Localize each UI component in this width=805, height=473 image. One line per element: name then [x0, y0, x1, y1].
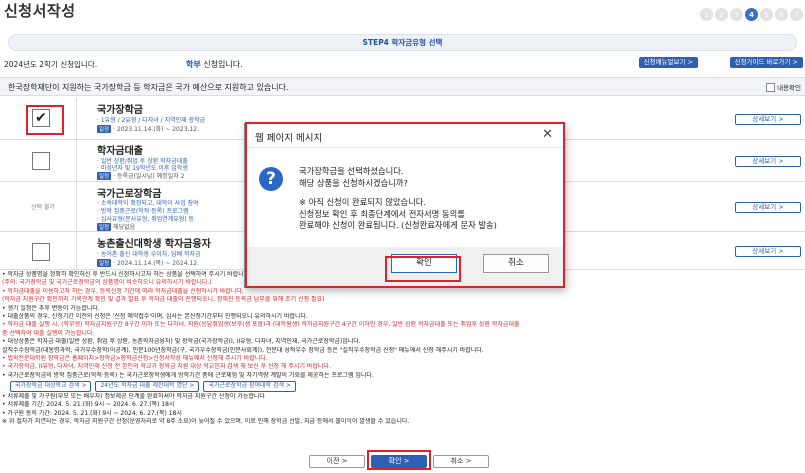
notice-item: 중 선택하여 대출 실행이 가능합니다.: [2, 329, 95, 337]
notice-item: • 대상상품은 학자금 대출(일반 상환, 취업 후 상환, 농촌학자금융자) …: [2, 338, 361, 346]
degree-type: 학부 신청입니다.: [186, 59, 243, 70]
dialog-line: 국가장학금을 선택하셨습니다.: [299, 166, 404, 176]
step-1: 1: [700, 8, 713, 21]
row-divider: [76, 182, 77, 231]
kosaf-notice-text: 한국장학재단이 지원하는 국가장학금 등 학자금은 국가 예산으로 지원하고 있…: [8, 83, 289, 92]
schedule-tag: 일정: [97, 125, 112, 133]
loan-restricted-list-button[interactable]: 24년도 학자금 대출 제한대학 명단 >: [95, 381, 200, 392]
schedule-text: 해당없음: [113, 224, 136, 231]
product-name: 농촌출신대학생 학자금융자: [97, 239, 211, 250]
bottom-buttons: 이전 > 확인 > 취소 >: [0, 453, 805, 469]
select-checkbox-national-scholarship[interactable]: ✔: [32, 109, 50, 127]
dialog-header: 웹 페이지 메시지 ✕: [245, 124, 563, 148]
kosaf-notice: 한국장학재단이 지원하는 국가장학금 등 학자금은 국가 예산으로 지원하고 있…: [0, 77, 805, 96]
notice-item: • 대출상품의 경우, 신청기간 이전의 신청은 '신청 예약접수'이며, 심사…: [2, 313, 308, 321]
work-study-school-search-button[interactable]: 국가근로장학금 참여대학 검색 >: [203, 381, 296, 392]
notice-item: • 국가근로장학금의 방학 집중근로(학적·등록) 는 국가근로장학생에게 방학…: [2, 371, 374, 379]
semester-info: 2024년도 2학기 신청입니다.: [4, 60, 98, 69]
detail-button[interactable]: 상세보기 >: [735, 246, 801, 257]
detail-button[interactable]: 상세보기 >: [735, 156, 801, 167]
page-title: 신청서작성: [4, 2, 76, 20]
product-schedule: 일정 · 등록금(일시납) 예정일자 2: [97, 171, 184, 180]
notice-item: ※ 위 절차가 지연되는 경우, 학자금 지원구간 산정(운영처리로 약 8주 …: [2, 417, 410, 425]
detail-button[interactable]: 상세보기 >: [735, 202, 801, 213]
question-icon: ?: [259, 167, 283, 191]
notice-item: • 서류제출 및 가구원(부모 또는 배우자) 정보제공 단계를 완료하셔야 학…: [2, 392, 265, 400]
confirm-checkbox-label: 내용확인: [777, 84, 801, 92]
schedule-tag: 일정: [97, 172, 112, 180]
notice-item: • 생기 일정은 추후 변동이 가능합니다.: [2, 304, 100, 312]
confirm-checkbox[interactable]: 내용확인: [766, 82, 801, 92]
cancel-button[interactable]: 취소 >: [433, 455, 489, 468]
dialog-cancel-button[interactable]: 취소: [483, 254, 549, 273]
notice-item: • 법학전문대학원 장학금은 홈페이지>장학금>장학금신청>신청서작성 메뉴에서…: [2, 355, 268, 363]
checkbox-icon[interactable]: [766, 82, 776, 92]
prev-button[interactable]: 이전 >: [309, 455, 365, 468]
confirm-dialog: 웹 페이지 메시지 ✕ ? 국가장학금을 선택하셨습니다. 해당 상품을 신청하…: [244, 123, 564, 288]
schedule-tag: 일정: [97, 223, 112, 231]
dialog-message: 국가장학금을 선택하셨습니다. 해당 상품을 신청하시겠습니까? ※ 아직 신청…: [299, 166, 497, 232]
schedule-text: · 2024.11.14.(목) ~ 2024.12.: [113, 260, 199, 267]
step-7: 7: [790, 8, 803, 21]
school-search-button[interactable]: 국가장학금 대상학교 검색 >: [10, 381, 92, 392]
confirm-button[interactable]: 확인 >: [371, 455, 427, 468]
step-6: 6: [775, 8, 788, 21]
select-checkbox-student-loan[interactable]: [32, 152, 50, 170]
dialog-footer: 확인 취소: [245, 247, 563, 287]
row-divider: [76, 140, 77, 181]
notice-item: • 국가장학금, II유형, 다자녀, 지역인재 신청 전 본인의 학교가 장학…: [2, 363, 331, 371]
product-desc: · 1유형 / 2유형 / 다자녀 / 지역인재 장학금: [97, 117, 206, 124]
select-checkbox-rural-loan[interactable]: [32, 243, 50, 261]
schedule-text: · 등록금(일시납) 예정일자 2: [113, 173, 185, 180]
row-divider: [76, 98, 77, 139]
unavailable-label: 선택 불가: [31, 204, 55, 211]
step-indicator: 1 2 3 4 5 6 7: [700, 8, 803, 21]
step-5: 5: [760, 8, 773, 21]
schedule-text: · 2023.11.14.(화) ~ 2023.12.: [113, 126, 199, 133]
manual-button[interactable]: 신청매뉴얼보기 >: [638, 57, 698, 68]
dialog-line: 완료해야 신청이 완료됩니다. (신청완료자에게 문자 발송): [299, 220, 497, 230]
notice-item: (학자금 지원구간 확인까지 기록관계 확인 및 결과 발표 후 학자금 대출이…: [2, 296, 325, 304]
guide-button[interactable]: 신청가이드 바로가기 >: [729, 57, 803, 68]
product-schedule: 일정 · 2023.11.14.(화) ~ 2023.12.: [97, 124, 199, 133]
product-schedule: 일정 해당없음: [97, 222, 135, 231]
row-divider: [76, 232, 77, 269]
step-3: 3: [730, 8, 743, 21]
step-2: 2: [715, 8, 728, 21]
dialog-title: 웹 페이지 메시지: [255, 133, 323, 144]
step-title-bar: STEP4 학자금유형 선택: [8, 34, 797, 51]
notice-item: • 학자금 대출 실행 시, (학부생) 학자금지원구간 8구간 이하 또는 다…: [2, 321, 520, 329]
notice-item: 설직수수장학금(대통령과학, 국가우수장학(이공계), 인문100년장학금(구,…: [2, 346, 484, 354]
degree-type-value: 학부: [186, 60, 201, 69]
dialog-line: ※ 아직 신청이 완료되지 않았습니다.: [299, 197, 427, 207]
dialog-line: 해당 상품을 신청하시겠습니까?: [299, 177, 408, 188]
step-4: 4: [745, 8, 758, 21]
dialog-line: 신청정보 확인 후 최종단계에서 전자서명 동의를: [299, 208, 465, 219]
product-name: 학자금대출: [97, 146, 143, 157]
product-desc: · 농어촌 출신 대학생 우이자, 담배 학자금: [97, 251, 201, 258]
close-icon[interactable]: ✕: [542, 127, 553, 142]
notice-item: • 학자금대출을 이용하고자 하는 경우, 등록신청 기간에 따라 학자금대출을…: [2, 287, 244, 295]
schedule-tag: 일정: [97, 259, 112, 267]
dialog-spacer: [299, 189, 497, 197]
info-line: 2024년도 2학기 신청입니다. 학부 신청입니다. 신청매뉴얼보기 > 신청…: [0, 57, 805, 71]
notice-item: • 가구원 동의 기간: 2024. 5. 21.(화) 9시 ~ 2024. …: [2, 409, 182, 417]
notice-links: 국가장학금 대상학교 검색 > 24년도 학자금 대출 제한대학 명단 > 국가…: [10, 381, 801, 392]
product-schedule: 일정 · 2024.11.14.(목) ~ 2024.12.: [97, 258, 199, 267]
detail-button[interactable]: 상세보기 >: [735, 114, 801, 125]
notice-item: • 서류제출 기간: 2024. 5. 21.(화) 9시 ~ 2024. 6.…: [2, 401, 175, 409]
degree-type-suffix: 신청입니다.: [200, 60, 243, 69]
product-name: 국가장학금: [97, 105, 143, 116]
dialog-ok-button[interactable]: 확인: [391, 254, 457, 273]
notice-list: • 학자금 상품명을 정확히 확인하신 후 반드시 신청하시고자 하는 상품을 …: [2, 271, 801, 426]
